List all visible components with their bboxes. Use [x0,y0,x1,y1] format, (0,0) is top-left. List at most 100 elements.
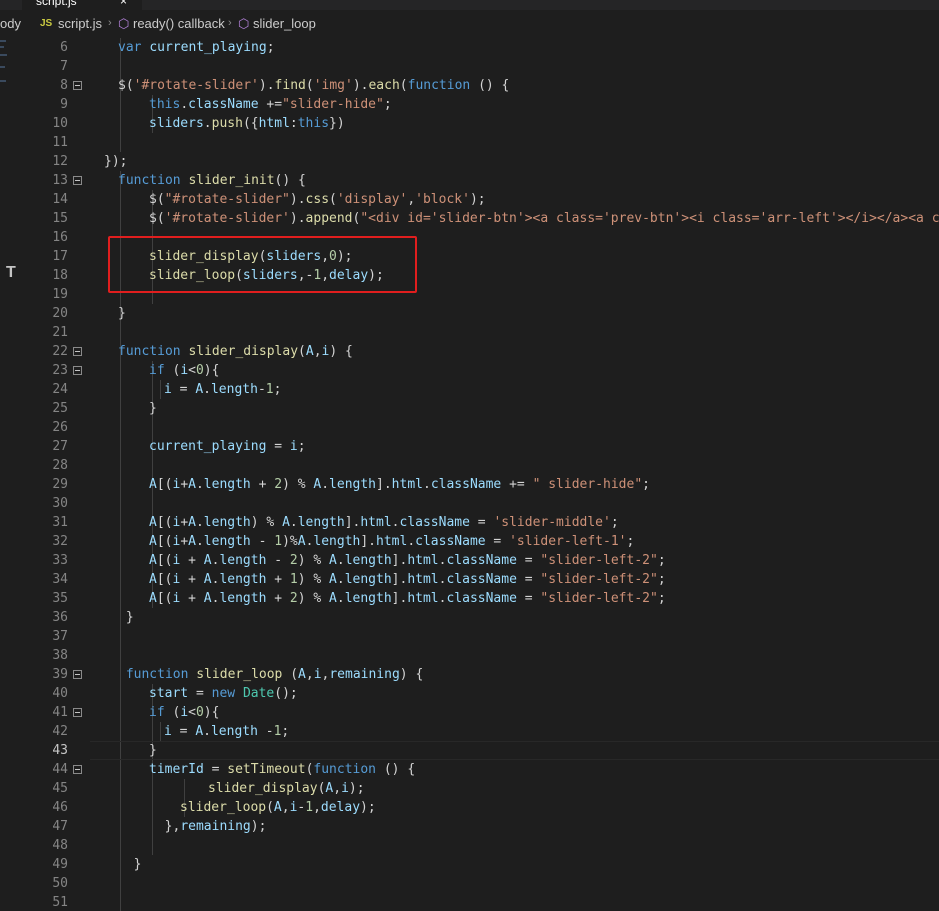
tab-script-js[interactable]: script.js × [22,0,142,10]
indent-guide [120,95,121,114]
code-line[interactable]: 51 [22,893,939,911]
fold-toggle-icon[interactable] [73,708,82,717]
code-line[interactable]: 47 },remaining); [22,817,939,836]
line-number: 30 [52,496,68,511]
line-number: 22 [52,344,68,359]
code-editor[interactable]: 6 var current_playing; 7 8 $('#rotate-slider… [22,36,939,911]
code-line[interactable]: 7 [22,57,939,76]
indent-guide [152,741,153,760]
code-line[interactable]: 50 [22,874,939,893]
close-icon[interactable]: × [120,0,127,8]
code-line[interactable]: 40 start = new Date(); [22,684,939,703]
code-line[interactable]: 6 var current_playing; [22,38,939,57]
indent-guide [120,437,121,456]
line-number: 11 [52,135,68,150]
code-line[interactable]: 30 [22,494,939,513]
line-number: 47 [52,819,68,834]
line-number: 28 [52,458,68,473]
code-text: i = A.length -1; [164,724,290,739]
code-line[interactable]: 23 if (i<0){ [22,361,939,380]
code-text: slider_display(A,i); [208,781,365,796]
code-text: i = A.length-1; [164,382,282,397]
code-line[interactable]: 31 A[(i+A.length) % A.length].html.classN… [22,513,939,532]
line-number: 34 [52,572,68,587]
indent-guide [120,760,121,779]
code-line[interactable]: 13 function slider_init() { [22,171,939,190]
line-number: 41 [52,705,68,720]
indent-guide [120,475,121,494]
code-line[interactable]: 10 sliders.push({html:this}) [22,114,939,133]
line-number: 48 [52,838,68,853]
code-text: A[(i + A.length + 1) % A.length].html.cl… [149,572,666,587]
code-line[interactable]: 25} [22,399,939,418]
fold-toggle-icon[interactable] [73,765,82,774]
code-text: current_playing = i; [149,439,306,454]
code-line[interactable]: 21 [22,323,939,342]
code-line[interactable]: 34 A[(i + A.length + 1) % A.length].html.… [22,570,939,589]
code-line[interactable]: 20} [22,304,939,323]
breadcrumb-slider-loop[interactable]: slider_loop [253,16,316,31]
code-line[interactable]: 14 $("#rotate-slider").css('display','blo… [22,190,939,209]
line-number: 18 [52,268,68,283]
code-text: A[(i + A.length - 2) % A.length].html.cl… [149,553,666,568]
code-line[interactable]: 36 } [22,608,939,627]
code-line[interactable]: 38 [22,646,939,665]
code-line[interactable]: 49 } [22,855,939,874]
code-line[interactable]: 26 [22,418,939,437]
line-number: 15 [52,211,68,226]
fold-toggle-icon[interactable] [73,81,82,90]
breadcrumb-file[interactable]: script.js [58,16,102,31]
code-text: },remaining); [149,819,267,834]
code-text: var current_playing; [118,40,275,55]
line-number: 46 [52,800,68,815]
code-text: this.className +="slider-hide"; [149,97,392,112]
side-panel-glyph: T [6,264,16,281]
code-line[interactable]: 41 if (i<0){ [22,703,939,722]
code-line[interactable]: 45 slider_display(A,i); [22,779,939,798]
indent-guide [184,779,185,798]
code-text: $('#rotate-slider').find('img').each(fun… [118,78,510,93]
code-line[interactable]: 35 A[(i + A.length + 2) % A.length].html.… [22,589,939,608]
code-line[interactable]: 24 i = A.length-1; [22,380,939,399]
function-cube-icon: ⬡ [238,16,250,31]
code-line[interactable]: 9 this.className +="slider-hide"; [22,95,939,114]
code-line[interactable]: 12}); [22,152,939,171]
code-line[interactable]: 8 $('#rotate-slider').find('img').each(fu… [22,76,939,95]
code-line[interactable]: 15 $('#rotate-slider').append("<div id='s… [22,209,939,228]
code-line[interactable]: 44 timerId = setTimeout(function () { [22,760,939,779]
code-line[interactable]: 27 current_playing = i; [22,437,939,456]
fold-toggle-icon[interactable] [73,366,82,375]
code-line[interactable]: 37 [22,627,939,646]
side-panel-preview [0,36,8,96]
breadcrumb-ready-callback[interactable]: ready() callback [133,16,225,31]
indent-guide [120,798,121,817]
code-text: } [118,857,142,872]
code-line[interactable]: 43} [22,741,939,760]
code-line[interactable]: 46 slider_loop(A,i-1,delay); [22,798,939,817]
code-text: slider_loop(A,i-1,delay); [180,800,376,815]
code-text: A[(i+A.length - 1)%A.length].html.classN… [149,534,635,549]
fold-toggle-icon[interactable] [73,176,82,185]
line-number: 44 [52,762,68,777]
code-line[interactable]: 33 A[(i + A.length - 2) % A.length].html.… [22,551,939,570]
indent-guide [120,741,121,760]
code-line[interactable]: 22 function slider_display(A,i) { [22,342,939,361]
chevron-right-icon: › [228,17,232,29]
code-line[interactable]: 29 A[(i+A.length + 2) % A.length].html.cl… [22,475,939,494]
code-line[interactable]: 28 [22,456,939,475]
code-line[interactable]: 11 [22,133,939,152]
line-number: 29 [52,477,68,492]
fold-toggle-icon[interactable] [73,670,82,679]
code-line[interactable]: 32 A[(i+A.length - 1)%A.length].html.clas… [22,532,939,551]
line-number: 50 [52,876,68,891]
line-number: 23 [52,363,68,378]
code-line[interactable]: 42 i = A.length -1; [22,722,939,741]
function-cube-icon: ⬡ [118,16,130,31]
fold-toggle-icon[interactable] [73,347,82,356]
indent-guide [120,589,121,608]
red-annotation-box [108,236,417,293]
code-line[interactable]: 48 [22,836,939,855]
breadcrumb-cut-item[interactable]: ody [0,16,21,31]
code-line[interactable]: 39 function slider_loop (A,i,remaining) … [22,665,939,684]
chevron-right-icon: › [108,17,112,29]
